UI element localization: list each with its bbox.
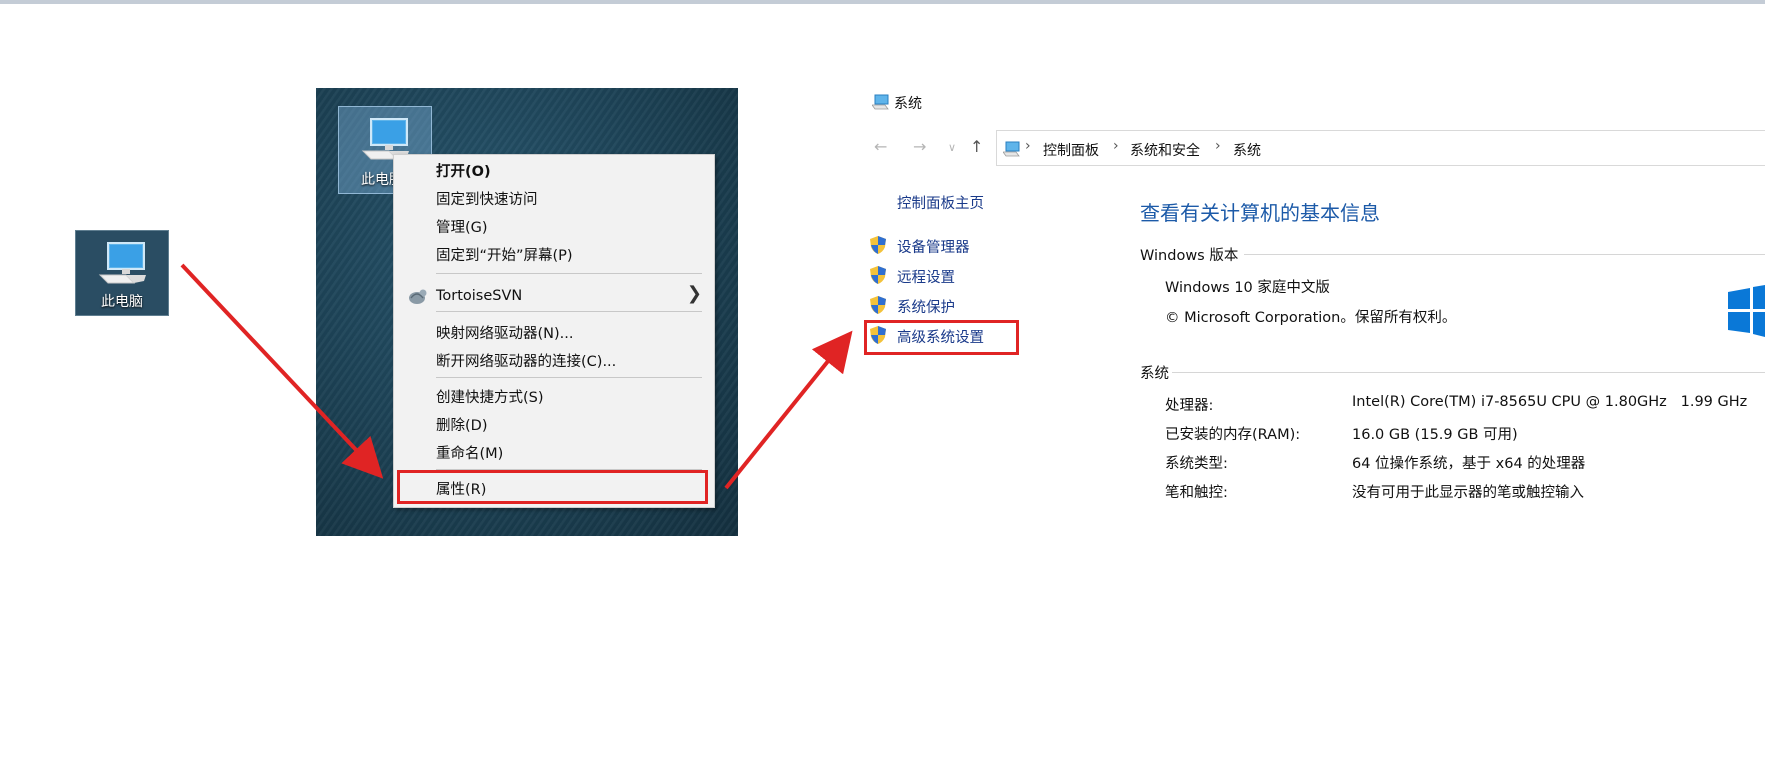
system-header: 系统: [1140, 366, 1169, 382]
system-type-value: 64 位操作系统，基于 x64 的处理器: [1352, 456, 1586, 472]
section-divider: [1172, 372, 1765, 373]
pen-touch-value: 没有可用于此显示器的笔或触控输入: [1352, 485, 1584, 501]
control-panel-icon: [1003, 141, 1020, 157]
chevron-right-icon: ›: [1025, 138, 1031, 154]
remote-settings-link[interactable]: 远程设置: [897, 266, 955, 287]
copyright-text: © Microsoft Corporation。保留所有权利。: [1165, 310, 1457, 326]
control-panel-home-link[interactable]: 控制面板主页: [897, 192, 984, 213]
device-manager-link[interactable]: 设备管理器: [897, 236, 970, 257]
arrow-to-advanced-settings: [724, 330, 853, 490]
back-arrow-icon[interactable]: ←: [874, 137, 887, 156]
windows-edition-header: Windows 版本: [1140, 248, 1239, 264]
ram-label: 已安装的内存(RAM):: [1165, 427, 1301, 443]
forward-arrow-icon[interactable]: →: [913, 137, 926, 156]
up-arrow-icon[interactable]: ↑: [970, 137, 983, 156]
pen-touch-label: 笔和触控:: [1165, 485, 1228, 501]
system-type-label: 系统类型:: [1165, 456, 1228, 472]
system-protection-link[interactable]: 系统保护: [897, 296, 955, 317]
processor-label: 处理器:: [1165, 398, 1214, 414]
chevron-right-icon: ›: [1113, 138, 1119, 154]
uac-shield-icon: [870, 266, 886, 284]
breadcrumb-control-panel[interactable]: 控制面板: [1043, 140, 1099, 160]
uac-shield-icon: [870, 236, 886, 254]
processor-value: Intel(R) Core(TM) i7-8565U CPU @ 1.80GHz…: [1352, 394, 1748, 410]
window-title: 系统: [894, 96, 922, 112]
breadcrumb-system[interactable]: 系统: [1233, 140, 1261, 160]
history-dropdown-icon[interactable]: ∨: [948, 141, 956, 154]
system-window-icon: [872, 94, 889, 110]
uac-shield-icon: [870, 296, 886, 314]
chevron-right-icon: ›: [1215, 138, 1221, 154]
section-divider: [1244, 254, 1765, 255]
page-title: 查看有关计算机的基本信息: [1140, 201, 1380, 225]
breadcrumb-system-security[interactable]: 系统和安全: [1130, 140, 1200, 160]
ram-value: 16.0 GB (15.9 GB 可用): [1352, 427, 1518, 443]
arrow-to-properties: [180, 263, 384, 479]
windows-logo: [1728, 285, 1765, 337]
address-bar[interactable]: › 控制面板 › 系统和安全 › 系统: [996, 130, 1765, 166]
advanced-settings-highlight-box: [864, 320, 1019, 355]
annotation-arrows: [180, 263, 853, 490]
windows-edition-value: Windows 10 家庭中文版: [1165, 280, 1330, 296]
